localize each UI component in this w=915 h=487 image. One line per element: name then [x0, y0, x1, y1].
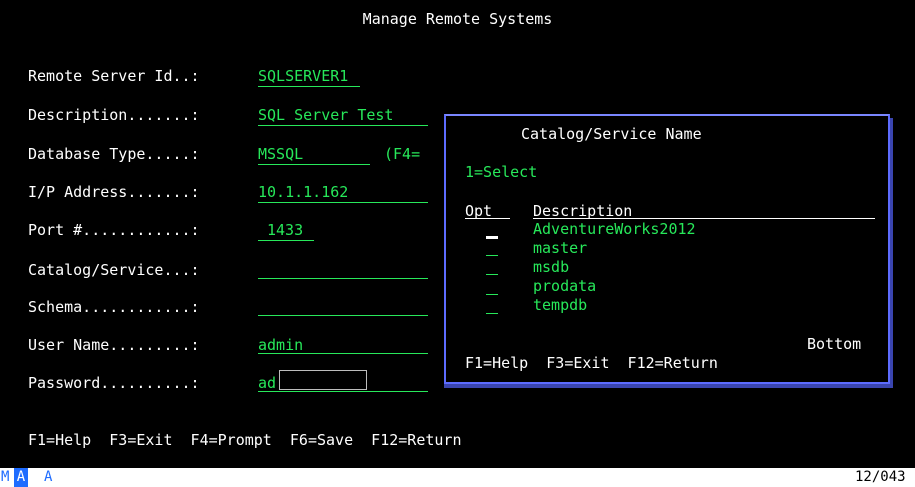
opt-input-3[interactable] [486, 274, 498, 275]
ip-address-underline [258, 202, 428, 203]
status-bar: M A A 12/043 [0, 468, 915, 487]
mode-a: A [14, 468, 28, 487]
label-user-name: User Name.........: [28, 336, 200, 354]
popup-shadow-bottom [444, 384, 892, 388]
label-description: Description.......: [28, 106, 200, 124]
remote-server-id-underline [258, 86, 360, 87]
list-item-master[interactable]: master [533, 240, 587, 257]
popup-more-indicator: Bottom [807, 335, 862, 353]
terminal-screen: Manage Remote Systems Remote Server Id..… [0, 0, 915, 468]
status-indicator: A [44, 469, 53, 485]
database-type-field[interactable]: MSSQL [258, 145, 303, 163]
text-cursor [486, 236, 498, 239]
user-name-underline [258, 353, 428, 354]
list-item-prodata[interactable]: prodata [533, 278, 596, 295]
description-underline [258, 125, 428, 126]
opt-input-4[interactable] [486, 294, 498, 295]
cursor-position: 12/043 [855, 469, 906, 485]
label-catalog-service: Catalog/Service...: [28, 261, 200, 279]
remote-server-id-field[interactable]: SQLSERVER1 [258, 67, 348, 85]
schema-underline [258, 315, 428, 316]
catalog-service-underline [258, 278, 428, 279]
popup-instructions: 1=Select [465, 163, 538, 181]
popup-title: Catalog/Service Name [521, 125, 702, 143]
port-underline [258, 240, 314, 241]
mode-indicator: M A [0, 468, 28, 487]
list-item-tempdb[interactable]: tempdb [533, 297, 587, 314]
user-name-field[interactable]: admin [258, 336, 303, 354]
label-port: Port #............: [28, 221, 200, 239]
label-database-type: Database Type.....: [28, 145, 200, 163]
password-underline [258, 391, 428, 392]
password-field[interactable]: ad [258, 374, 276, 392]
popup-col-description-underline [533, 218, 875, 219]
popup-function-keys: F1=Help F3=Exit F12=Return [465, 354, 718, 372]
function-keys: F1=Help F3=Exit F4=Prompt F6=Save F12=Re… [28, 431, 462, 449]
popup-shadow-right [890, 118, 893, 388]
label-remote-server-id: Remote Server Id..: [28, 67, 200, 85]
opt-input-2[interactable] [486, 255, 498, 256]
label-password: Password..........: [28, 374, 200, 392]
label-ip-address: I/P Address.......: [28, 183, 200, 201]
ip-address-field[interactable]: 10.1.1.162 [258, 183, 348, 201]
list-item-msdb[interactable]: msdb [533, 259, 569, 276]
label-schema: Schema............: [28, 298, 200, 316]
database-type-underline [258, 164, 370, 165]
description-field[interactable]: SQL Server Test [258, 106, 393, 124]
list-item-adventureworks2012[interactable]: AdventureWorks2012 [533, 221, 696, 238]
port-field[interactable]: 1433 [267, 221, 303, 239]
opt-input-5[interactable] [486, 313, 498, 314]
popup-col-opt-underline [465, 218, 510, 219]
database-type-hint: (F4= [384, 145, 421, 163]
mode-m: M [1, 469, 10, 485]
screen-title: Manage Remote Systems [362, 10, 553, 28]
password-cursor-box [279, 370, 367, 390]
